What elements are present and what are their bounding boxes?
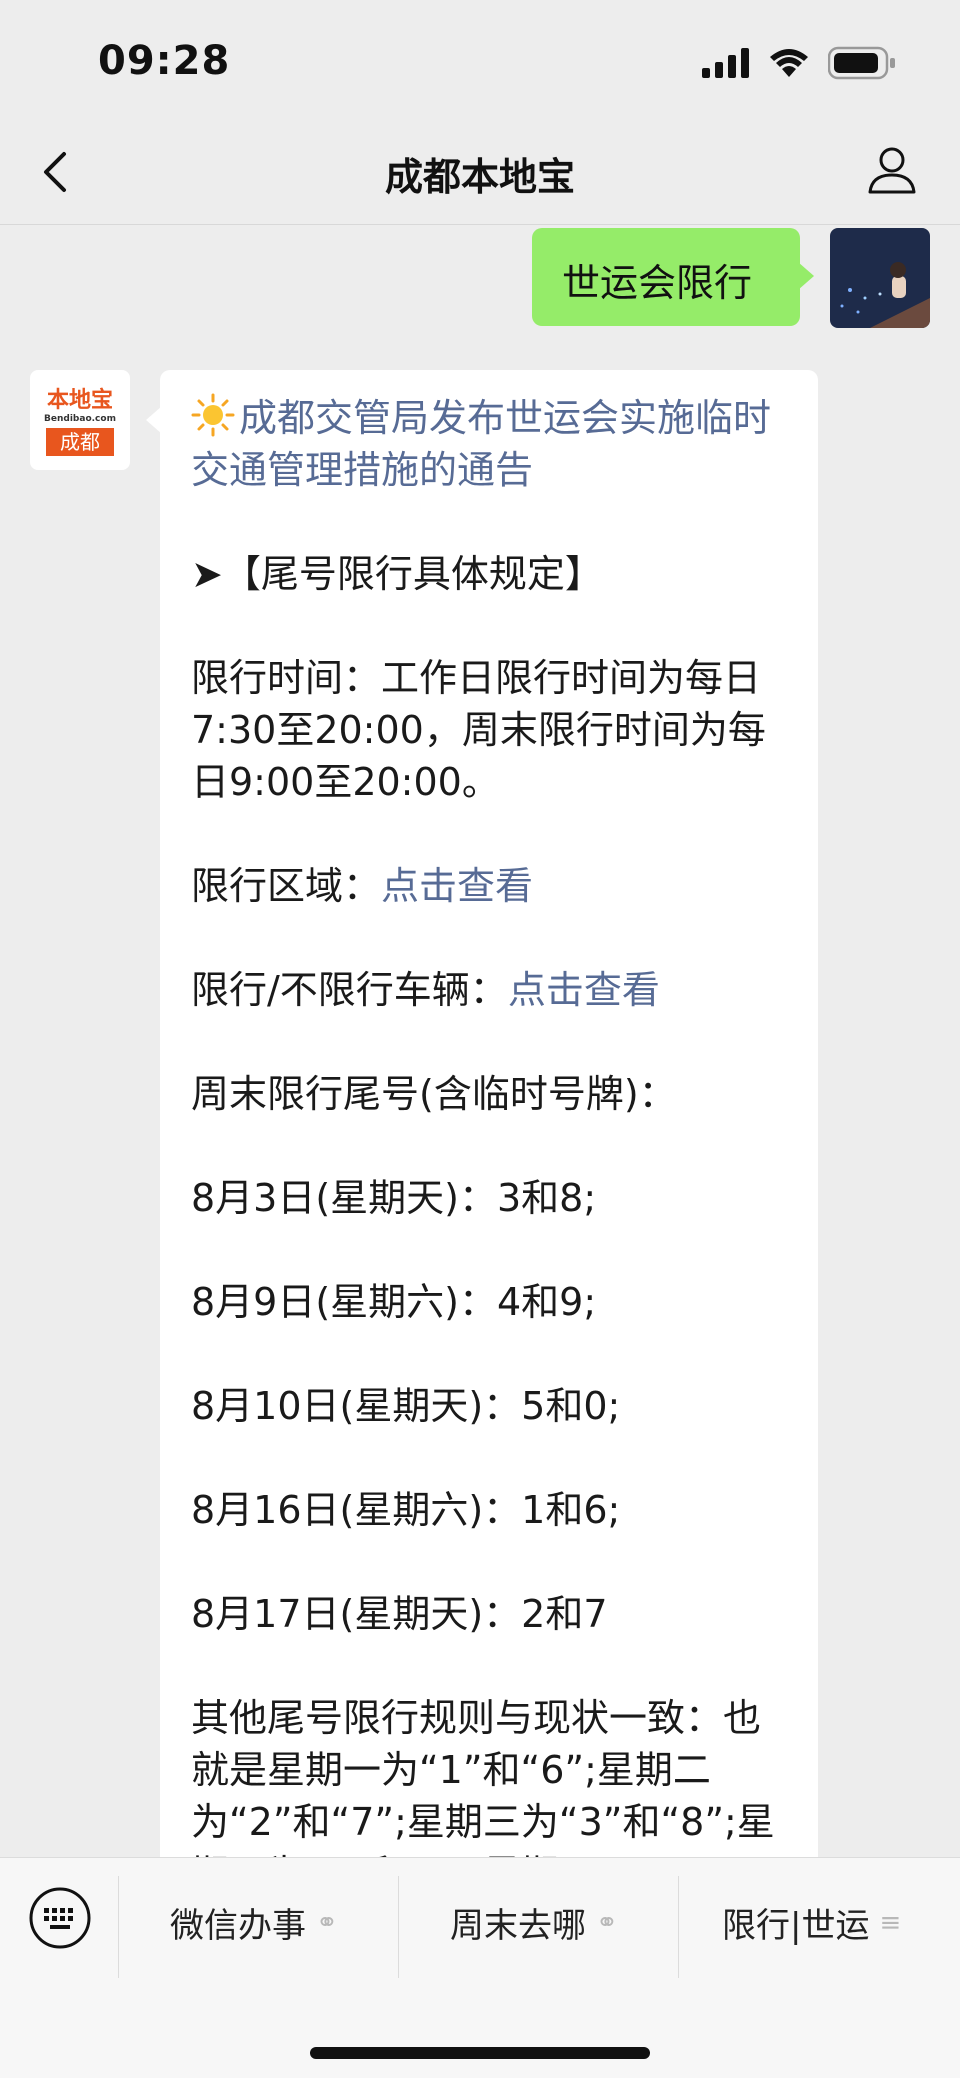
vehicle-label: 限行/不限行车辆： — [191, 968, 508, 1012]
menu-item-label: 限行|世运 — [722, 1906, 870, 1946]
wifi-icon — [770, 49, 808, 77]
area-link[interactable]: 点击查看 — [381, 864, 533, 908]
sun-icon — [191, 393, 235, 437]
logo-city-tag: 成都 — [46, 428, 114, 456]
keyboard-toggle-icon[interactable] — [28, 1886, 92, 1950]
section-heading: ➤【尾号限行具体规定】 — [191, 552, 603, 596]
my-avatar[interactable] — [830, 228, 930, 328]
schedule-item: 8月3日(星期天)：3和8; — [191, 1176, 597, 1220]
avatar-illustration-icon — [830, 228, 930, 328]
menu-item-label: 周末去哪 — [450, 1906, 586, 1946]
menu-divider — [398, 1876, 399, 1978]
vehicle-link[interactable]: 点击查看 — [508, 968, 660, 1012]
article-title-link[interactable]: 成都交管局发布世运会实施临时交通管理措施的通告 — [191, 392, 791, 496]
vehicle-row: 限行/不限行车辆：点击查看 — [191, 964, 791, 1016]
schedule-item: 8月10日(星期天)：5和0; — [191, 1384, 621, 1428]
menu-divider — [118, 1876, 119, 1978]
home-indicator[interactable] — [310, 2047, 650, 2059]
time-rule: 限行时间：工作日限行时间为每日7:30至20:00，周末限行时间为每日9:00至… — [191, 656, 766, 804]
outgoing-message-bubble[interactable]: 世运会限行 — [532, 228, 814, 326]
status-bar: 09:28 — [0, 0, 960, 120]
menu-item-restriction[interactable]: 限行|世运 ≡ — [722, 1898, 901, 1947]
signal-icon — [702, 48, 749, 78]
article-title: 成都交管局发布世运会实施临时交通管理措施的通告 — [191, 396, 772, 492]
link-icon: ⚭ — [316, 1907, 338, 1938]
area-label: 限行区域： — [191, 864, 382, 908]
message-body: 成都交管局发布世运会实施临时交通管理措施的通告 ➤【尾号限行具体规定】 限行时间… — [191, 392, 791, 1952]
status-time: 09:28 — [98, 38, 231, 84]
logo-url: Bendibao.com — [44, 414, 116, 424]
weekend-header: 周末限行尾号(含临时号牌)： — [191, 1072, 677, 1116]
schedule-item: 8月17日(星期天)：2和7 — [191, 1592, 608, 1636]
nav-bar: 成都本地宝 — [0, 120, 960, 225]
outgoing-message-text: 世运会限行 — [562, 261, 753, 305]
schedule-item: 8月9日(星期六)：4和9; — [191, 1280, 597, 1324]
schedule-item: 8月16日(星期六)：1和6; — [191, 1488, 621, 1532]
menu-item-label: 微信办事 — [170, 1906, 306, 1946]
bendibao-avatar[interactable]: 本地宝 Bendibao.com 成都 — [30, 370, 130, 470]
area-row: 限行区域：点击查看 — [191, 860, 791, 912]
page-title: 成都本地宝 — [384, 155, 575, 199]
menu-divider — [678, 1876, 679, 1978]
status-icons — [702, 46, 896, 80]
battery-icon — [828, 46, 895, 80]
profile-icon[interactable] — [864, 142, 920, 198]
logo-text: 本地宝 — [46, 388, 113, 413]
menu-lines-icon: ≡ — [879, 1907, 902, 1938]
menu-item-weekend[interactable]: 周末去哪 ⚭ — [450, 1898, 618, 1947]
link-icon: ⚭ — [596, 1907, 618, 1938]
menu-item-wechat-services[interactable]: 微信办事 ⚭ — [170, 1898, 338, 1947]
incoming-message-bubble[interactable]: 成都交管局发布世运会实施临时交通管理措施的通告 ➤【尾号限行具体规定】 限行时间… — [146, 370, 818, 1896]
service-menu-bar: 微信办事 ⚭ 周末去哪 ⚭ 限行|世运 ≡ — [0, 1857, 960, 2078]
